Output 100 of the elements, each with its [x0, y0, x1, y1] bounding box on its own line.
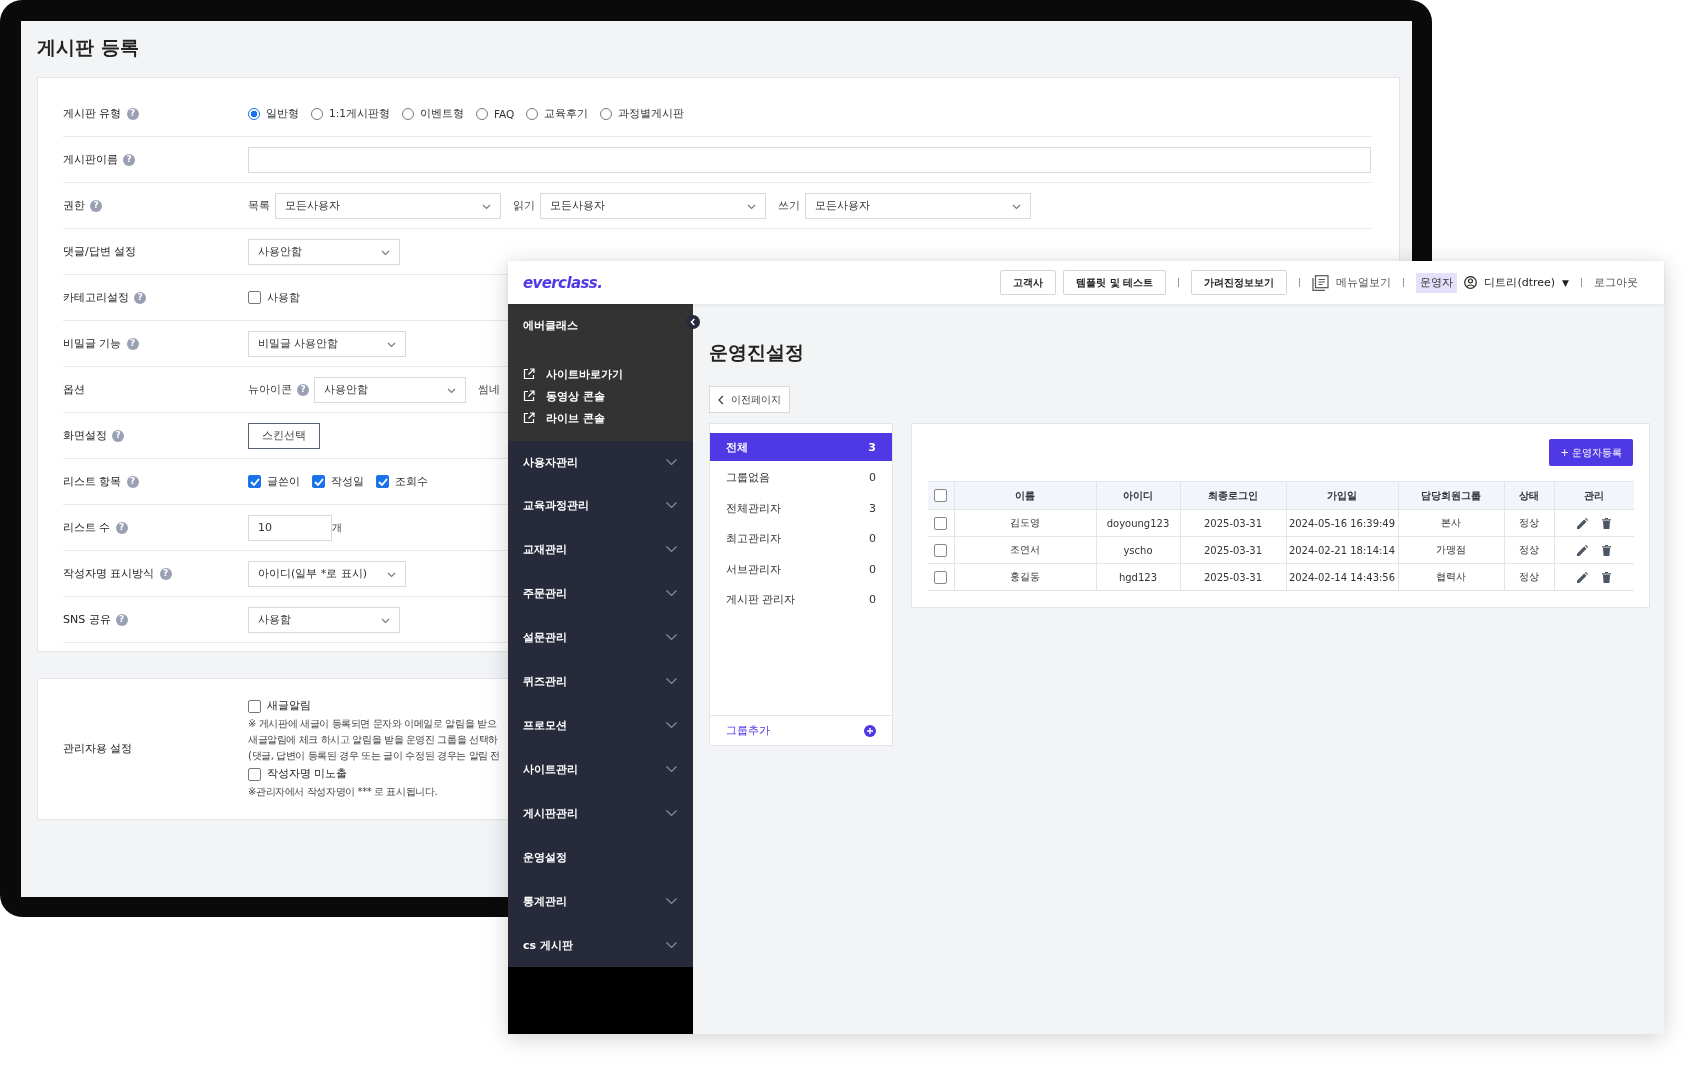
radio-button[interactable] [600, 107, 613, 120]
sidebar-link[interactable]: 동영상 콘솔 [546, 388, 605, 404]
checkbox[interactable] [312, 475, 325, 488]
field-label: 뉴아이콘 [248, 382, 292, 397]
chevron-down-icon [1012, 203, 1021, 210]
table-cell: 정상 [1504, 536, 1554, 564]
caret-icon[interactable]: ▼ [1562, 277, 1569, 288]
select-dropdown[interactable]: 사용안함 [314, 376, 466, 403]
group-item[interactable]: 그룹없음 0 [710, 463, 892, 492]
name-input-field[interactable] [248, 146, 1371, 173]
register-button[interactable]: + 운영자등록 [1549, 439, 1633, 466]
external-link-icon [523, 368, 535, 380]
sidebar-menu-item[interactable]: 프로모션 [508, 703, 693, 747]
table-cell: 가맹점 [1398, 536, 1504, 564]
radio-button[interactable] [475, 107, 488, 120]
checkbox[interactable] [248, 475, 261, 488]
checkbox[interactable] [934, 516, 948, 530]
sidebar-menu-item[interactable]: 통계관리 [508, 879, 693, 923]
external-link-icon [523, 390, 535, 402]
logo[interactable]: everclass. [523, 273, 603, 292]
help-note: 새글알림에 체크 하시고 알림을 받을 운영진 그룹을 선택하 [248, 733, 499, 747]
group-item[interactable]: 전체 3 [710, 433, 892, 461]
checkbox[interactable] [248, 291, 261, 304]
collapse-icon[interactable] [686, 315, 700, 329]
sidebar-menu-item[interactable]: 주문관리 [508, 571, 693, 615]
group-name: 서브관리자 [726, 561, 781, 577]
delete-icon[interactable] [1602, 544, 1612, 556]
radio-button[interactable] [248, 107, 260, 120]
sidebar-link[interactable]: 사이트바로가기 [546, 366, 623, 382]
chevron-down-icon [666, 942, 677, 948]
select-dropdown[interactable]: 모든사용자 [805, 192, 1031, 219]
sidebar-menu-item[interactable]: 사용자관리 [508, 441, 693, 483]
checkbox-label: 글쓴이 [267, 474, 300, 489]
select-dropdown[interactable]: 모든사용자 [275, 192, 501, 219]
group-name: 그룹없음 [726, 470, 770, 486]
add-icon[interactable] [864, 724, 876, 737]
add-group-link[interactable]: 그룹추가 [726, 723, 770, 738]
radio-button[interactable] [311, 107, 323, 120]
edit-icon[interactable] [1577, 544, 1589, 556]
checkbox-label: 사용함 [267, 290, 300, 305]
checkbox[interactable] [248, 767, 261, 781]
header-button[interactable]: 고객사 [1000, 270, 1057, 295]
select-dropdown[interactable]: 아이디(일부 *로 표시) [248, 560, 406, 587]
select-dropdown[interactable]: 모든사용자 [540, 192, 766, 219]
header-button[interactable]: 템플릿 및 테스트 [1063, 270, 1167, 295]
sidebar-menu-item[interactable]: 퀴즈관리 [508, 659, 693, 703]
sidebar-menu-item[interactable]: 설문관리 [508, 615, 693, 659]
sidebar-menu-item[interactable]: 사이트관리 [508, 747, 693, 791]
checkbox[interactable] [934, 570, 948, 584]
group-item[interactable]: 최고관리자 0 [710, 524, 892, 553]
field-label: 관리자용 설정 [63, 740, 133, 756]
sidebar-menu-item[interactable]: 교재관리 [508, 527, 693, 571]
select-dropdown[interactable]: 사용안함 [248, 238, 400, 265]
group-count: 3 [868, 440, 876, 454]
sidebar-menu-item[interactable]: 교육과정관리 [508, 483, 693, 527]
column-header: 담당회원그룹 [1398, 481, 1504, 510]
select-dropdown[interactable]: 비밀글 사용안함 [248, 330, 406, 357]
external-link-icon [523, 412, 535, 424]
group-count: 0 [869, 471, 876, 485]
help-note: ※ 게시판에 새글이 등록되면 문자와 이메일로 알림을 받으 [248, 717, 498, 731]
select-dropdown[interactable]: 사용함 [248, 606, 400, 633]
table-cell: 정상 [1504, 563, 1554, 591]
user-icon[interactable] [1464, 276, 1478, 289]
checkbox[interactable] [376, 475, 389, 488]
group-count: 3 [869, 501, 876, 515]
group-item[interactable]: 전체관리자 3 [710, 494, 892, 523]
sidebar-menu-item[interactable]: 운영설정 [508, 835, 693, 879]
delete-icon[interactable] [1602, 517, 1612, 529]
field-label: 카테고리설정 [63, 290, 129, 305]
header-button[interactable]: 가려진정보보기 [1191, 270, 1288, 295]
manual-link[interactable]: 메뉴얼보기 [1336, 275, 1392, 290]
chevron-left-icon [718, 394, 724, 405]
group-item[interactable]: 게시판 관리자 0 [710, 585, 892, 614]
sidebar-menu-item[interactable]: 게시판관리 [508, 791, 693, 835]
edit-icon[interactable] [1577, 571, 1589, 583]
radio-button[interactable] [401, 107, 414, 120]
chevron-down-icon [482, 203, 491, 210]
checkbox-label: 새글알림 [267, 699, 311, 713]
checkbox[interactable] [934, 543, 948, 557]
field-label: 비밀글 기능 [63, 336, 122, 351]
delete-icon[interactable] [1602, 571, 1612, 583]
field-label: 옵션 [63, 382, 85, 397]
checkbox-label: 작성일 [331, 474, 364, 489]
field-label: SNS 공유 [63, 612, 111, 627]
radio-label: 과정별게시판 [618, 106, 685, 121]
sidebar-menu-item[interactable]: cs 게시판 [508, 923, 693, 967]
edit-icon[interactable] [1577, 517, 1589, 529]
group-item[interactable]: 서브관리자 0 [710, 555, 892, 584]
user-menu[interactable]: 디트리(dtree) [1484, 275, 1556, 290]
back-button[interactable]: 이전페이지 [709, 386, 790, 413]
field-label: 읽기 [513, 198, 535, 213]
sidebar-link[interactable]: 라이브 콘솔 [546, 410, 605, 426]
skin-select-button[interactable]: 스킨선택 [248, 422, 320, 449]
logout-link[interactable]: 로그아웃 [1594, 275, 1638, 290]
radio-button[interactable] [526, 107, 539, 120]
book-icon[interactable] [1312, 274, 1330, 291]
help-note: (댓글, 답변이 등록된 경우 또는 글이 수정된 경우는 알림 전 [248, 749, 501, 763]
checkbox[interactable] [934, 489, 948, 502]
checkbox[interactable] [248, 699, 261, 713]
count-input-field[interactable]: 10 [248, 514, 332, 541]
